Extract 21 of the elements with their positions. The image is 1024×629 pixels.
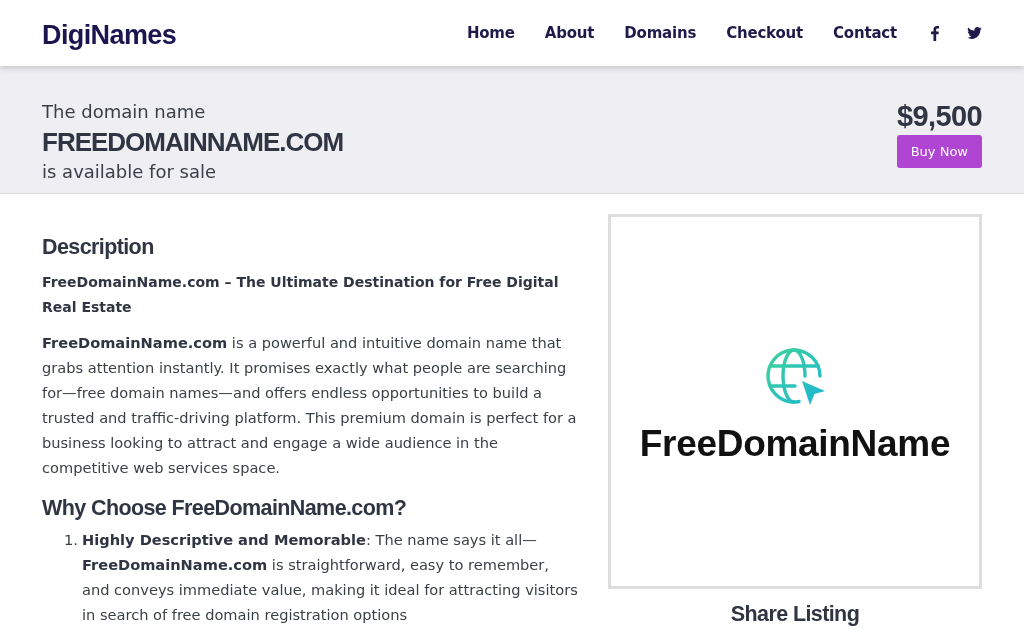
domain-title: FREEDOMAINNAME.COM [42,126,344,159]
nav-link[interactable]: About [544,24,595,42]
banner-intro: The domain name [42,100,206,124]
site-logo[interactable]: DigiNames [42,19,177,51]
facebook-icon[interactable] [931,25,939,41]
description-subtitle: FreeDomainName.com – The Ultimate Destination for Free Digital Real Estate [42,273,560,317]
section-heading: Why Choose FreeDomainName.com? [42,495,408,522]
nav-link[interactable]: Home [466,24,515,42]
list-number: 1. [63,530,78,550]
share-heading: Share Listing [730,602,860,627]
buy-now-button[interactable]: Buy Now [896,135,982,168]
nav-link[interactable]: Contact [833,24,897,42]
section-heading: Description [42,234,155,261]
availability-text: is available for sale [42,160,217,184]
list-item-text: Highly Descriptive and Memorable: The name says it all—FreeDomainName.com is straightforward, easy to remember, and conveys immediate value, making it ideal for attracting visitors in search of free domain registration options [82,530,578,625]
logo-card-text: FreeDomainName [639,424,951,464]
nav-link[interactable]: Checkout [726,24,804,42]
nav-link[interactable]: Domains [624,24,697,42]
twitter-icon[interactable] [967,27,982,39]
description-paragraph: FreeDomainName.com is a powerful and intuitive domain name that grabs attention instantly. It promises exactly what people are searching for—free domain names—and offers endless opportunities to build a trusted and traffic-driving platform. This premium domain is perfect for a business looking to attract and engage a wide audience in the competitive web services space. [42,333,578,478]
price-text: $9,500 [896,99,982,134]
